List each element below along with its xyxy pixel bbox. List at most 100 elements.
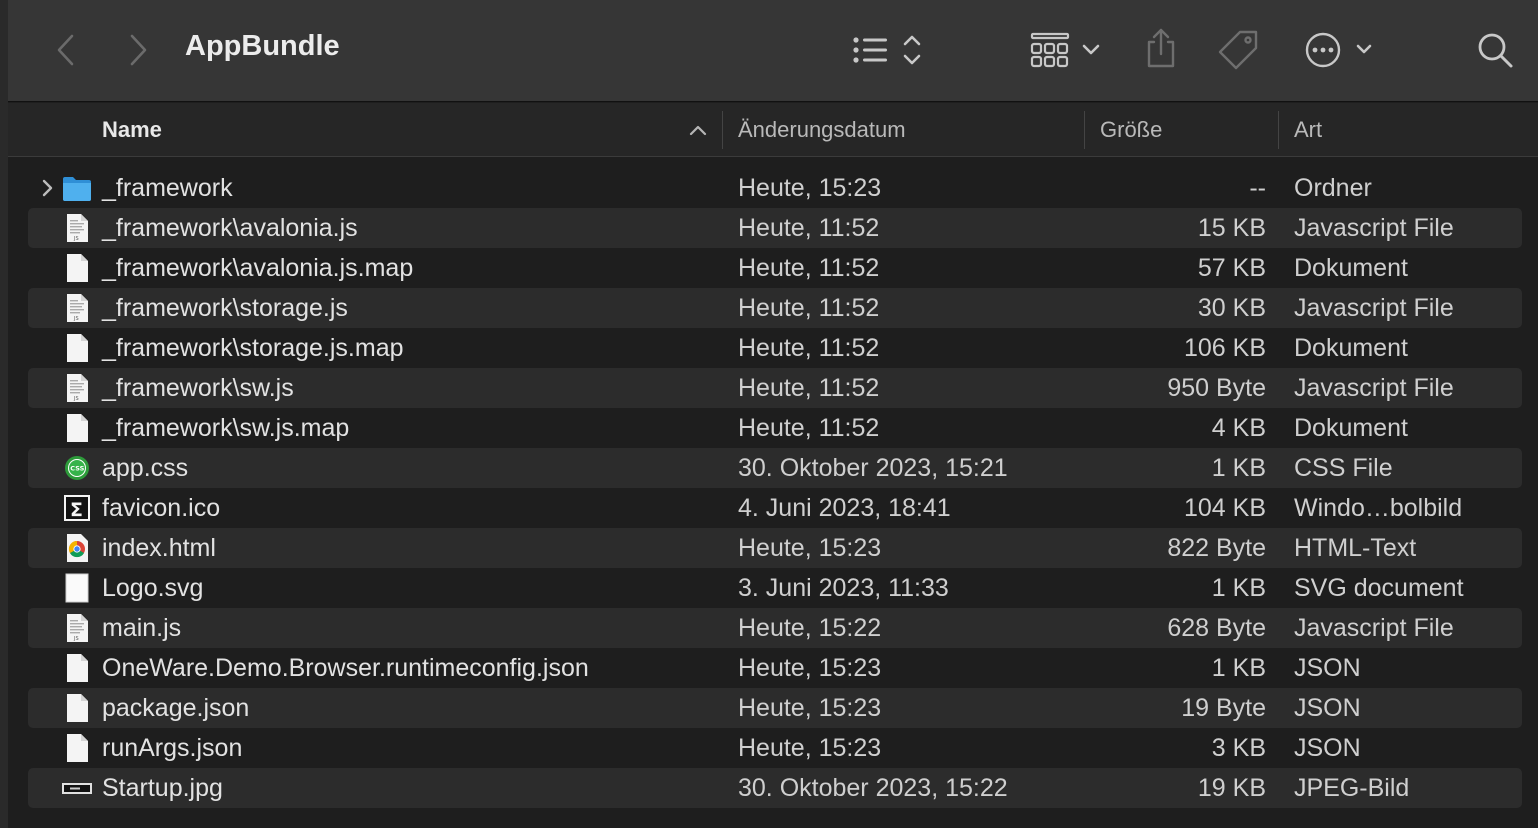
tag-icon (1218, 30, 1258, 70)
file-size: 106 KB (1183, 334, 1266, 362)
file-size: 1 KB (1211, 574, 1266, 602)
file-date: Heute, 11:52 (738, 334, 880, 362)
window-title: AppBundle (185, 30, 340, 62)
column-name-header[interactable]: Name (102, 117, 162, 143)
svg-text:JS: JS (73, 396, 79, 402)
column-divider[interactable] (1084, 111, 1085, 149)
css-file-icon: CSS (62, 453, 92, 483)
column-divider[interactable] (1278, 111, 1279, 149)
file-size: -- (1249, 174, 1266, 202)
file-date: Heute, 11:52 (738, 414, 880, 442)
file-date: Heute, 15:23 (738, 694, 882, 722)
file-size: 1 KB (1211, 654, 1266, 682)
file-date: Heute, 11:52 (738, 214, 880, 242)
file-row[interactable]: Σfavicon.ico 4. Juni 2023, 18:41 104 KB Win… (28, 488, 1522, 528)
file-row[interactable]: Logo.svg 3. Juni 2023, 11:33 1 KB SVG docum… (28, 568, 1522, 608)
file-row[interactable]: _framework\storage.js.map Heute, 11:52 106… (28, 328, 1522, 368)
file-row[interactable]: OneWare.Demo.Browser.runtimeconfig.json H… (28, 648, 1522, 688)
file-kind: Dokument (1294, 334, 1408, 362)
file-kind: Javascript File (1294, 214, 1454, 242)
svg-text:Σ: Σ (70, 499, 83, 521)
js-file-icon: JS (62, 613, 92, 643)
column-header: Name Änderungsdatum Größe Art (8, 103, 1538, 157)
file-row[interactable]: JS _framework\storage.js Heute, 11:52 30 KB… (28, 288, 1522, 328)
grid-group-icon (1030, 32, 1100, 68)
column-size-header[interactable]: Größe (1100, 117, 1162, 143)
file-kind: JSON (1294, 734, 1361, 762)
file-date: Heute, 11:52 (738, 374, 880, 402)
svg-text:JS: JS (73, 236, 79, 242)
file-row[interactable]: JS _framework\sw.js Heute, 11:52 950 Byte Ja… (28, 368, 1522, 408)
column-date-header[interactable]: Änderungsdatum (738, 117, 906, 143)
file-row[interactable]: CSS app.css 30. Oktober 2023, 15:21 1 KB CSS… (28, 448, 1522, 488)
file-date: Heute, 15:22 (738, 614, 882, 642)
view-options-button[interactable] (846, 30, 930, 70)
js-file-icon: JS (62, 213, 92, 243)
file-kind: Ordner (1294, 174, 1372, 202)
document-icon (62, 333, 92, 363)
file-date: Heute, 11:52 (738, 294, 880, 322)
json-file-icon (62, 733, 92, 763)
ellipsis-circle-icon (1305, 32, 1372, 68)
svg-text:JS: JS (73, 316, 79, 322)
disclosure-triangle-icon[interactable] (36, 176, 58, 200)
file-size: 3 KB (1211, 734, 1266, 762)
file-row[interactable]: _framework\avalonia.js.map Heute, 11:52 57… (28, 248, 1522, 288)
file-row[interactable]: index.html Heute, 15:23 822 Byte HTML-Text (28, 528, 1522, 568)
file-name: _framework\storage.js.map (102, 334, 404, 362)
file-row[interactable]: _framework Heute, 15:23 -- Ordner (28, 168, 1522, 208)
image-file-icon (62, 773, 92, 803)
search-icon (1478, 33, 1513, 68)
column-divider[interactable] (722, 111, 723, 149)
document-icon (62, 413, 92, 443)
file-date: 30. Oktober 2023, 15:22 (738, 774, 1008, 802)
toolbar: AppBundle (8, 0, 1538, 102)
file-size: 15 KB (1197, 214, 1266, 242)
file-date: Heute, 15:23 (738, 654, 882, 682)
file-size: 57 KB (1197, 254, 1266, 282)
more-actions-button[interactable] (1302, 28, 1376, 72)
back-button[interactable] (48, 30, 84, 70)
file-date: 30. Oktober 2023, 15:21 (738, 454, 1008, 482)
file-size: 19 KB (1197, 774, 1266, 802)
file-kind: Dokument (1294, 414, 1408, 442)
file-row[interactable]: JS main.js Heute, 15:22 628 Byte Javascript … (28, 608, 1522, 648)
search-button[interactable] (1472, 28, 1518, 72)
file-name: _framework\sw.js (102, 374, 294, 402)
file-row[interactable]: JS _framework\avalonia.js Heute, 11:52 15 K… (28, 208, 1522, 248)
file-row[interactable]: _framework\sw.js.map Heute, 11:52 4 KB Doku… (28, 408, 1522, 448)
file-kind: Javascript File (1294, 374, 1454, 402)
chevron-left-icon (57, 34, 74, 66)
file-name: app.css (102, 454, 189, 482)
column-kind-header[interactable]: Art (1294, 117, 1322, 143)
tag-button[interactable] (1216, 28, 1262, 72)
forward-button[interactable] (120, 30, 156, 70)
file-size: 4 KB (1211, 414, 1266, 442)
chevron-right-icon (130, 34, 147, 66)
file-kind: Javascript File (1294, 614, 1454, 642)
file-row[interactable]: package.json Heute, 15:23 19 Byte JSON (28, 688, 1522, 728)
sort-ascending-icon[interactable] (688, 123, 708, 137)
svg-text:JS: JS (73, 636, 79, 642)
file-kind: JSON (1294, 654, 1361, 682)
file-size: 19 Byte (1181, 694, 1266, 722)
file-kind: Dokument (1294, 254, 1408, 282)
file-name: favicon.ico (102, 494, 221, 522)
file-row[interactable]: Startup.jpg 30. Oktober 2023, 15:22 19 KB J… (28, 768, 1522, 808)
document-icon (62, 253, 92, 283)
file-date: Heute, 11:52 (738, 254, 880, 282)
svg-file-icon (62, 573, 92, 603)
file-name: Startup.jpg (102, 774, 223, 802)
file-kind: SVG document (1294, 574, 1464, 602)
file-kind: CSS File (1294, 454, 1393, 482)
list-view-icon (853, 35, 921, 65)
file-name: OneWare.Demo.Browser.runtimeconfig.json (102, 654, 589, 682)
group-button[interactable] (1026, 28, 1106, 72)
file-size: 1 KB (1211, 454, 1266, 482)
share-button[interactable] (1142, 26, 1180, 70)
file-list: _framework Heute, 15:23 -- Ordner JS _framewo… (28, 168, 1522, 808)
file-name: Logo.svg (102, 574, 204, 602)
file-row[interactable]: runArgs.json Heute, 15:23 3 KB JSON (28, 728, 1522, 768)
share-icon (1147, 28, 1175, 68)
file-name: _framework\storage.js (102, 294, 348, 322)
